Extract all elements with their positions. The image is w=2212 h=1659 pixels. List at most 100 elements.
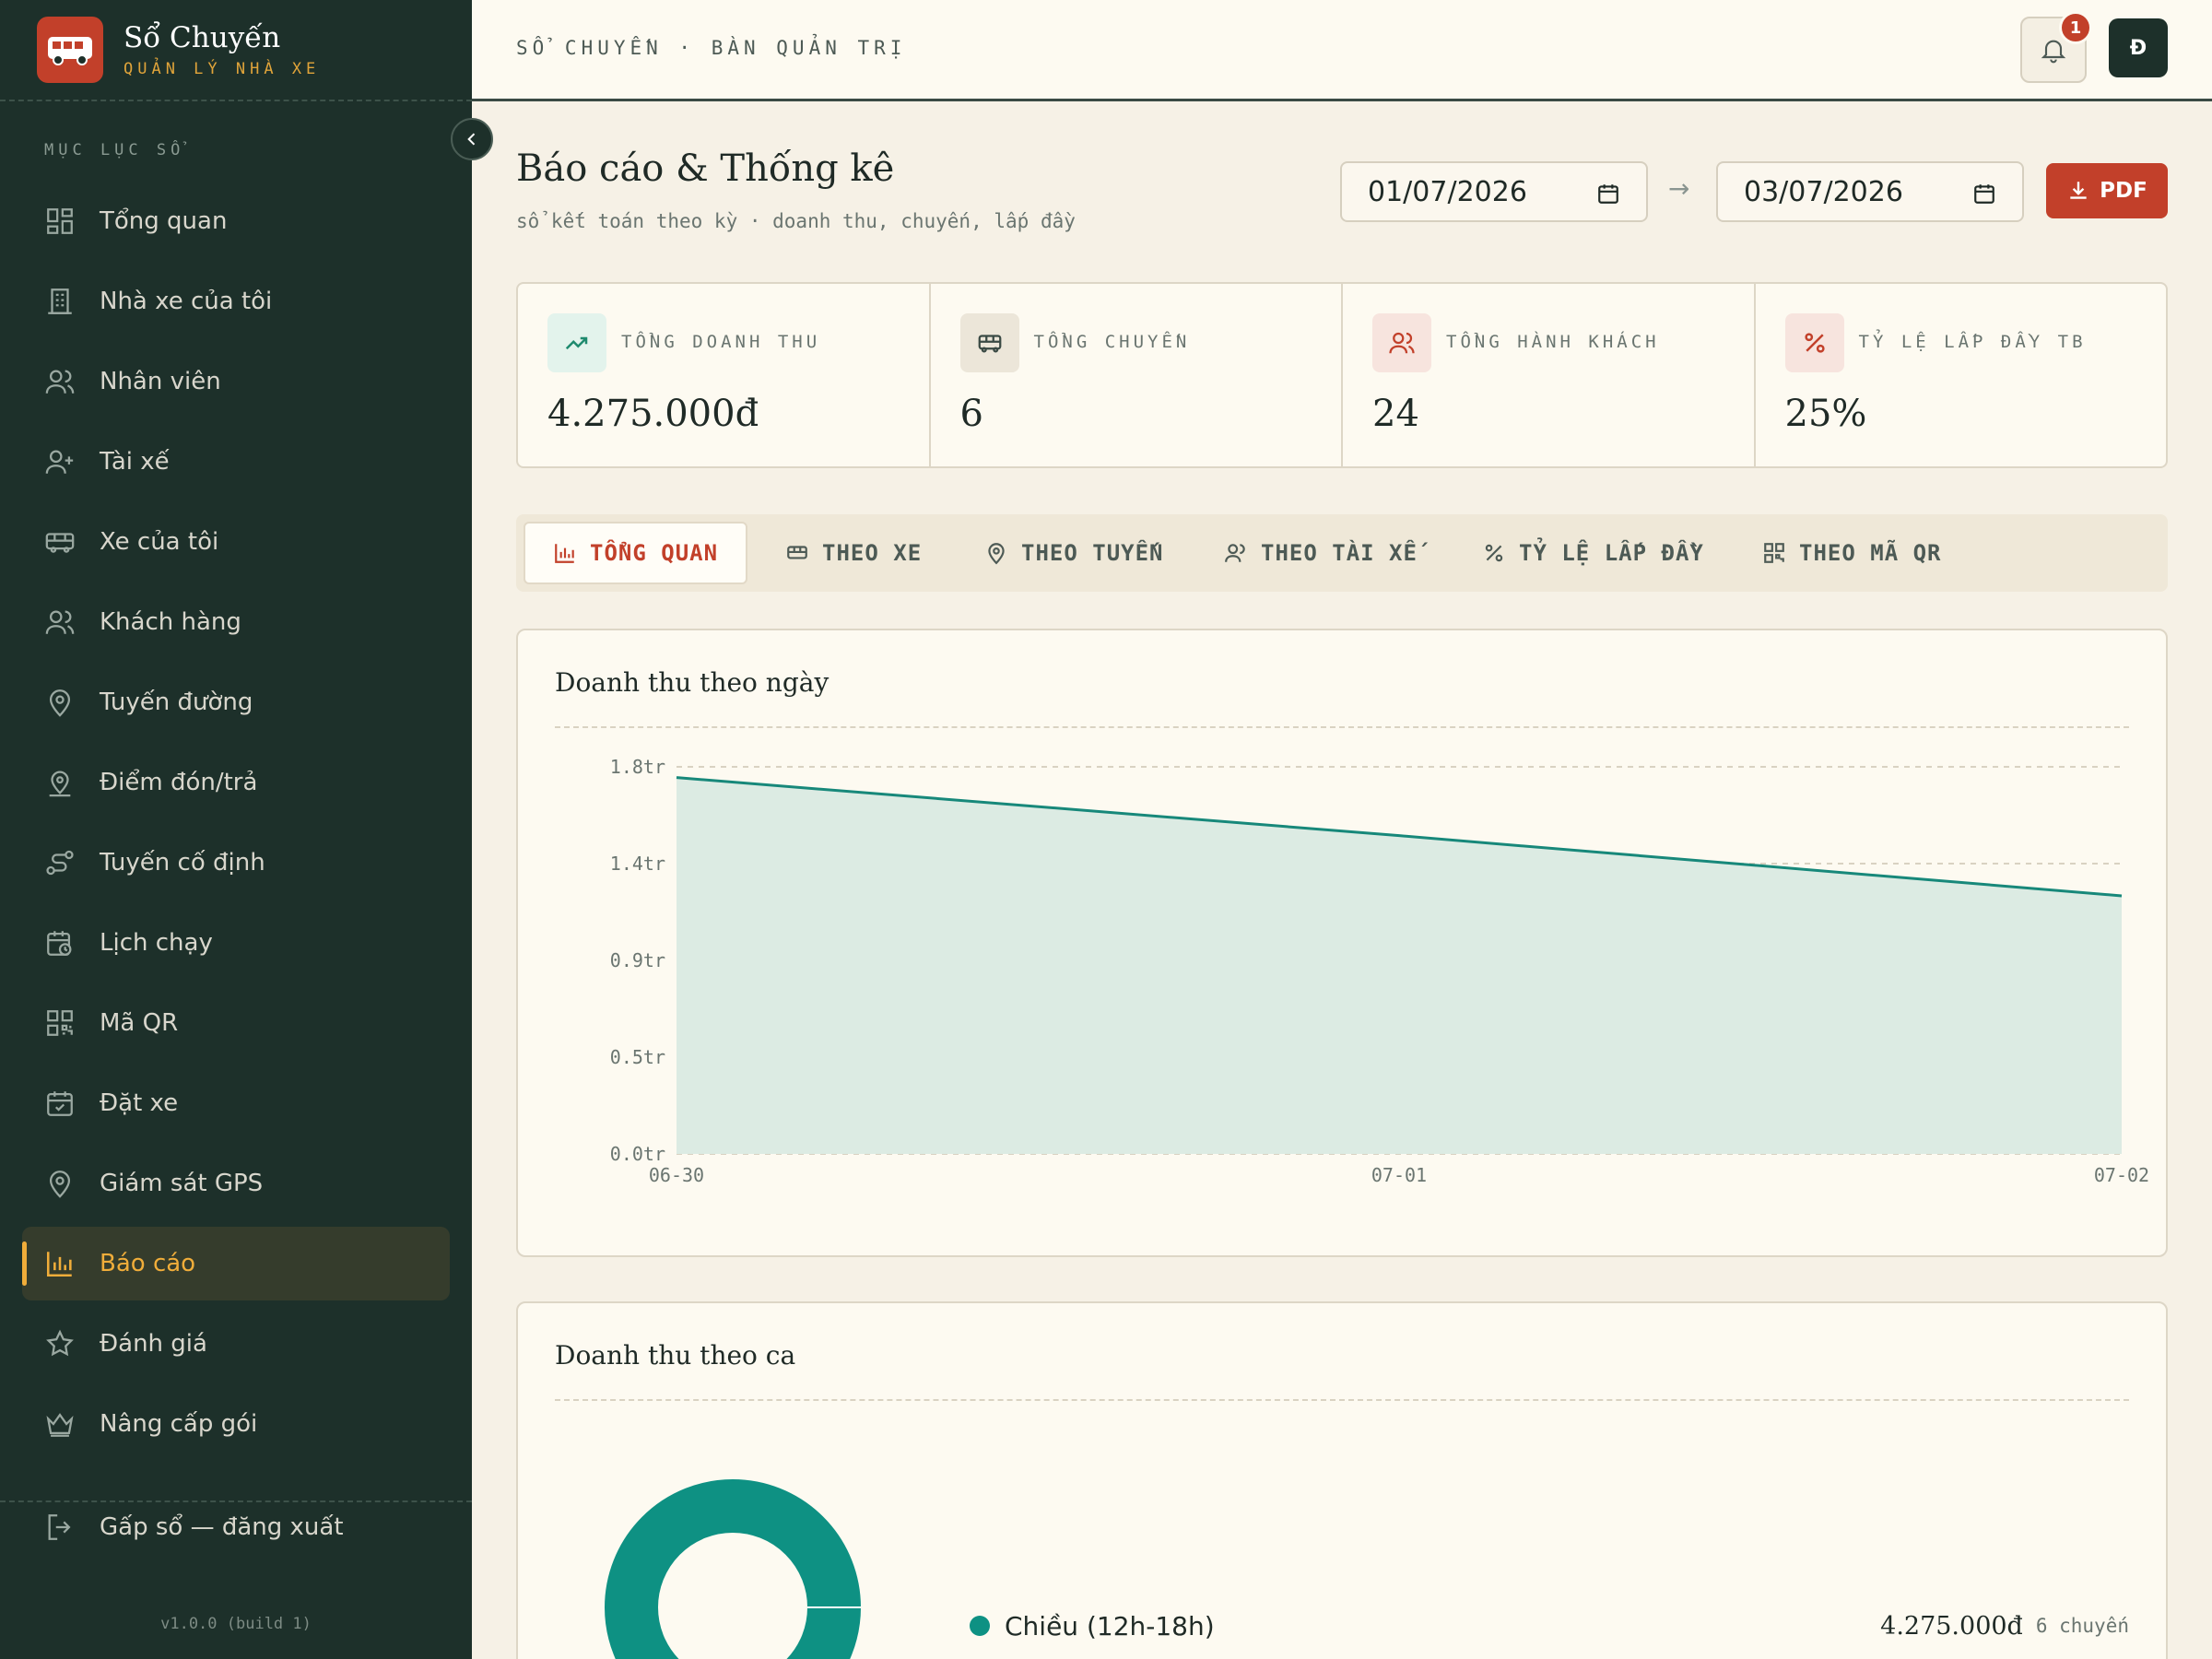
tab-overview[interactable]: TỔNG QUAN (524, 522, 748, 584)
pie-slice (605, 1479, 861, 1659)
sidebar-item-drivers[interactable]: Tài xế (22, 425, 450, 499)
x-tick-label: 06-30 (649, 1164, 704, 1186)
route-icon (46, 850, 74, 876)
legend-value: 4.275.000đ (1880, 1611, 2023, 1641)
user-pin-icon (49, 771, 71, 797)
stat-label: TỔNG CHUYẾN (1033, 332, 1191, 352)
x-tick-label: 07-01 (1371, 1164, 1427, 1186)
y-tick-label: 0.5tr (610, 1046, 665, 1068)
revenue-donut-chart (605, 1479, 861, 1659)
sidebar-item-label: Nhà xe của tôi (100, 288, 273, 315)
date-to-input[interactable]: 03/07/2026 (1716, 161, 2024, 222)
grid-icon (47, 208, 73, 234)
sidebar-item-pickup-points[interactable]: Điểm đón/trả (22, 746, 450, 819)
sidebar-item-label: Tổng quan (100, 207, 228, 235)
sidebar-item-label: Đặt xe (100, 1089, 179, 1117)
revenue-area-chart: 0.0tr 0.5tr 0.9tr 1.4tr 1.8tr 06-30 07-01 07-02 (610, 756, 2149, 1186)
date-from-value: 01/07/2026 (1368, 175, 1527, 208)
sidebar-item-bookings[interactable]: Đặt xe (22, 1066, 450, 1140)
building-icon (48, 288, 72, 314)
users-icon (45, 610, 75, 634)
percent-icon (1804, 333, 1825, 353)
map-pin-icon (988, 543, 1005, 565)
sidebar-item-label: Khách hàng (100, 608, 241, 636)
sidebar: Sổ Chuyến QUẢN LÝ NHÀ XE MỤC LỤC SỔ Tổng… (0, 0, 472, 1659)
stat-label: TỶ LỆ LẤP ĐẦY TB (1858, 332, 2087, 352)
legend-item: Chiều (12h-18h) 4.275.000đ 6 chuyến (970, 1607, 2129, 1644)
brand-title: Sổ Chuyến (124, 21, 281, 54)
sidebar-item-reports[interactable]: Báo cáo (22, 1227, 450, 1300)
avatar[interactable]: Đ (2109, 18, 2168, 77)
download-icon (2070, 182, 2087, 199)
users-icon (1389, 332, 1415, 354)
sidebar-item-upgrade[interactable]: Nâng cấp gói (22, 1387, 450, 1461)
stat-total-trips: TỔNG CHUYẾN 6 (931, 284, 1343, 466)
brand[interactable]: Sổ Chuyến QUẢN LÝ NHÀ XE (0, 0, 472, 101)
revenue-by-shift-card: Doanh thu theo ca Chiều (12h-18h) 4.275.… (516, 1301, 2168, 1659)
stat-icon-wrap (1372, 313, 1431, 372)
area-fill (677, 777, 2122, 1154)
map-pin-icon (49, 1171, 71, 1198)
y-tick-label: 1.8tr (610, 756, 665, 778)
y-tick-label: 0.0tr (610, 1143, 665, 1165)
sidebar-item-staff[interactable]: Nhân viên (22, 345, 450, 418)
bus-logo-icon (37, 17, 103, 83)
breadcrumb: SỔ CHUYẾN · BÀN QUẢN TRỊ (516, 37, 907, 59)
sidebar-item-label: Mã QR (100, 1009, 179, 1037)
sidebar-item-label: Nâng cấp gói (100, 1410, 258, 1438)
users-icon (1225, 544, 1245, 562)
sidebar-item-qr[interactable]: Mã QR (22, 986, 450, 1060)
tab-by-bus[interactable]: THEO XE (785, 522, 922, 584)
tab-label: TỶ LỆ LẤP ĐẦY (1519, 540, 1704, 566)
sidebar-item-schedule[interactable]: Lịch chạy (22, 906, 450, 980)
tab-label: THEO TÀI XẾ (1261, 540, 1418, 566)
sidebar-item-label: Giám sát GPS (100, 1170, 264, 1197)
tab-label: THEO TUYẾN (1021, 540, 1164, 566)
sidebar-item-overview[interactable]: Tổng quan (22, 184, 450, 258)
x-tick-label: 07-02 (2094, 1164, 2149, 1186)
y-tick-label: 0.9tr (610, 949, 665, 971)
logout-icon (48, 1514, 71, 1540)
revenue-by-day-card: Doanh thu theo ngày 0.0tr 0.5tr 0.9tr 1.4tr… (516, 629, 2168, 1257)
tab-occupancy[interactable]: TỶ LỆ LẤP ĐẦY (1482, 522, 1704, 584)
tab-by-qr[interactable]: THEO MÃ QR (1762, 522, 1942, 584)
sidebar-item-reviews[interactable]: Đánh giá (22, 1307, 450, 1381)
collapse-sidebar-button[interactable] (451, 118, 493, 160)
topbar: SỔ CHUYẾN · BÀN QUẢN TRỊ 1 Đ (472, 0, 2212, 101)
sidebar-item-label: Lịch chạy (100, 929, 213, 957)
export-pdf-button[interactable]: PDF (2046, 163, 2168, 218)
sidebar-item-fixed-routes[interactable]: Tuyến cố định (22, 826, 450, 900)
tab-by-route[interactable]: THEO TUYẾN (984, 522, 1164, 584)
sidebar-item-my-company[interactable]: Nhà xe của tôi (22, 265, 450, 338)
stat-total-passengers: TỔNG HÀNH KHÁCH 24 (1343, 284, 1756, 466)
date-from-input[interactable]: 01/07/2026 (1340, 161, 1648, 222)
sidebar-item-gps[interactable]: Giám sát GPS (22, 1147, 450, 1220)
date-to-value: 03/07/2026 (1744, 175, 1903, 208)
logout-button[interactable]: Gấp sổ — đăng xuất (44, 1512, 344, 1543)
tab-by-driver[interactable]: THEO TÀI XẾ (1224, 522, 1418, 584)
sidebar-item-label: Tuyến đường (100, 688, 253, 716)
sidebar-item-label: Báo cáo (100, 1250, 196, 1277)
sidebar-item-my-buses[interactable]: Xe của tôi (22, 505, 450, 579)
sidebar-item-routes[interactable]: Tuyến đường (22, 665, 450, 739)
user-plus-icon (45, 450, 74, 474)
sidebar-item-label: Nhân viên (100, 368, 221, 395)
page-subtitle: sổ kết toán theo kỳ · doanh thu, chuyến,… (516, 210, 1076, 232)
stats-panel: TỔNG DOANH THU 4.275.000đ TỔNG CHUYẾN 6 … (516, 282, 2168, 468)
sidebar-item-label: Xe của tôi (100, 528, 219, 556)
stat-value: 6 (959, 393, 983, 435)
legend-swatch (970, 1616, 990, 1636)
y-tick-label: 1.4tr (610, 853, 665, 875)
stat-icon-wrap (1784, 313, 1844, 372)
bus-icon (45, 533, 75, 553)
bus-icon (978, 335, 1001, 353)
users-icon (45, 370, 75, 394)
crown-icon (46, 1413, 74, 1437)
notification-badge: 1 (2059, 11, 2092, 44)
sidebar-item-customers[interactable]: Khách hàng (22, 585, 450, 659)
calendar-icon (1974, 184, 1994, 204)
calendar-clock-icon (47, 931, 72, 956)
report-tabs: TỔNG QUAN THEO XE THEO TUYẾN THEO TÀI XẾ… (516, 514, 2168, 592)
bar-chart-icon (46, 1252, 72, 1277)
sidebar-item-label: Đánh giá (100, 1330, 207, 1358)
